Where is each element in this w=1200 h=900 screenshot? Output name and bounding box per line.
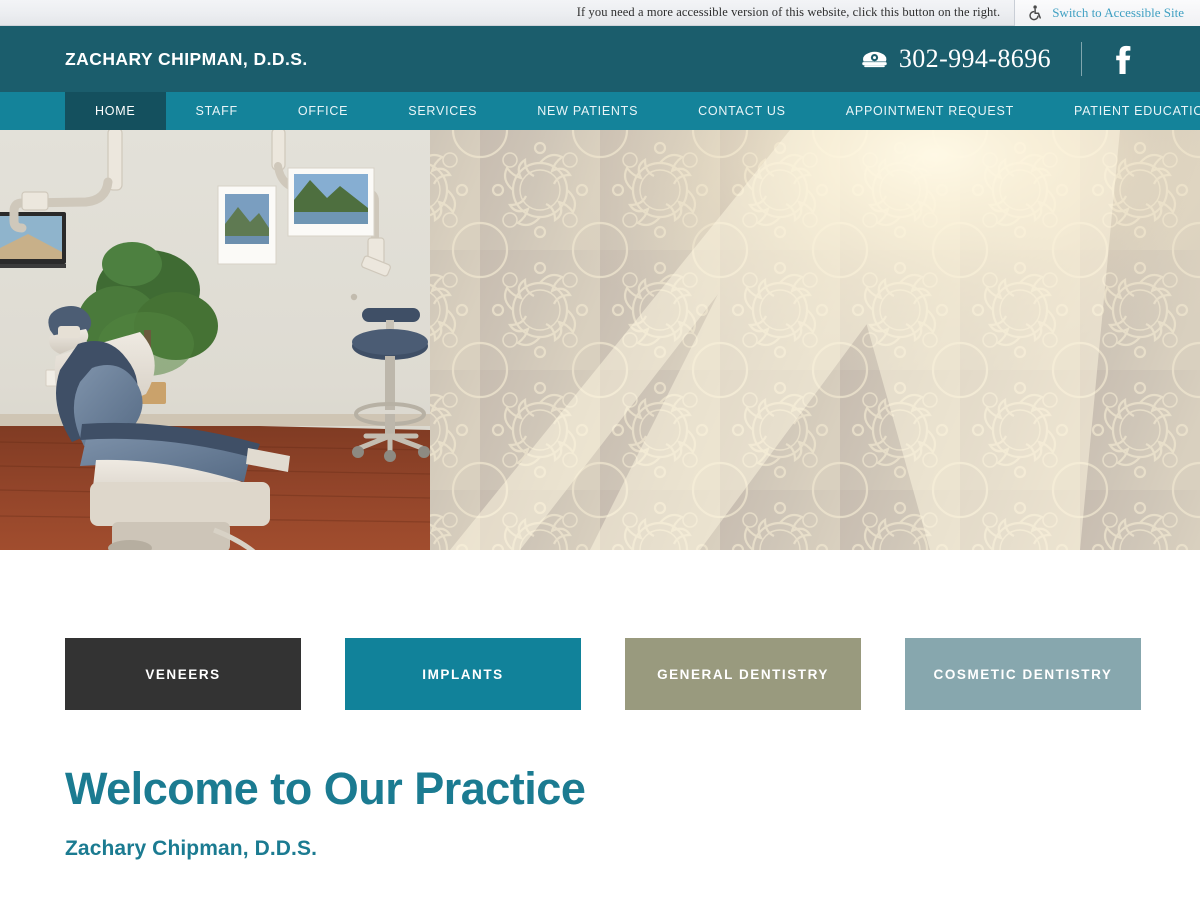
nav-item-office[interactable]: OFFICE [268,92,378,130]
site-brand-title[interactable]: ZACHARY CHIPMAN, D.D.S. [65,49,308,70]
facebook-icon[interactable] [1110,42,1136,76]
welcome-section: Welcome to Our Practice Zachary Chipman,… [0,710,1200,861]
hero-banner [0,130,1200,550]
page-subtitle: Zachary Chipman, D.D.S. [65,836,318,860]
nav-item-appointment-request[interactable]: APPOINTMENT REQUEST [816,92,1044,130]
service-button-cosmetic-dentistry-label: COSMETIC DENTISTRY [933,666,1113,682]
site-header: ZACHARY CHIPMAN, D.D.S. 302-994-8696 [0,26,1200,92]
service-button-implants[interactable]: IMPLANTS [345,638,581,710]
main-navigation: HOME STAFF OFFICE SERVICES NEW PATIENTS … [0,92,1200,130]
service-button-cosmetic-dentistry[interactable]: COSMETIC DENTISTRY [905,638,1141,710]
service-button-veneers-label: VENEERS [145,666,221,682]
accessible-site-label: Switch to Accessible Site [1052,4,1184,20]
header-contact-group: 302-994-8696 [861,42,1136,76]
accessibility-note: If you need a more accessible version of… [576,5,1001,19]
header-divider [1081,42,1082,76]
service-button-veneers[interactable]: VENEERS [65,638,301,710]
service-button-general-dentistry-label: GENERAL DENTISTRY [657,666,829,682]
nav-item-services[interactable]: SERVICES [378,92,507,130]
switch-to-accessible-site-button[interactable]: Switch to Accessible Site [1014,0,1200,26]
phone-link[interactable]: 302-994-8696 [861,44,1051,74]
nav-item-patient-education[interactable]: PATIENT EDUCATION [1044,92,1200,130]
service-buttons-row: VENEERS IMPLANTS GENERAL DENTISTRY COSME… [0,550,1200,710]
wheelchair-accessible-icon [1029,4,1043,21]
page-title: Welcome to Our Practice [65,763,586,814]
nav-item-staff[interactable]: STAFF [166,92,268,130]
phone-number: 302-994-8696 [898,44,1051,73]
service-button-implants-label: IMPLANTS [422,666,504,682]
hero-operatory-photo [0,130,1200,550]
nav-item-contact-us[interactable]: CONTACT US [668,92,816,130]
telephone-icon [861,49,888,69]
accessibility-bar: If you need a more accessible version of… [0,0,1200,26]
nav-item-new-patients[interactable]: NEW PATIENTS [507,92,668,130]
service-button-general-dentistry[interactable]: GENERAL DENTISTRY [625,638,861,710]
nav-item-home[interactable]: HOME [65,92,166,130]
